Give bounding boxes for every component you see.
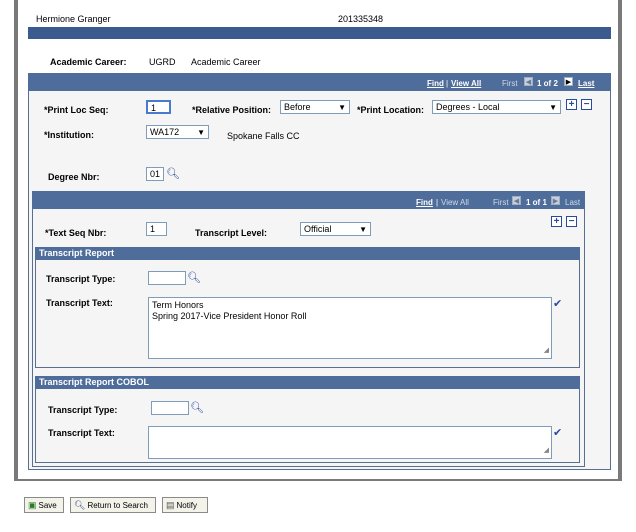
inner-last-label: Last <box>565 198 581 207</box>
cobol-transcript-type-input[interactable] <box>151 401 189 415</box>
outer-last-link[interactable]: Last <box>578 79 594 88</box>
transcript-text-line: Term Honors <box>152 300 204 310</box>
inner-find-link[interactable]: Find <box>416 198 433 207</box>
transcript-level-value: Official <box>304 224 332 234</box>
outer-first-label: First <box>502 79 518 88</box>
add-row-button[interactable]: + <box>566 99 577 110</box>
student-name: Hermione Granger <box>36 14 111 24</box>
print-loc-seq-label: *Print Loc Seq: <box>44 105 109 115</box>
institution-description: Spokane Falls CC <box>227 131 300 141</box>
return-to-search-label: Return to Search <box>87 501 148 510</box>
return-to-search-button[interactable]: 🔍︎ Return to Search <box>70 497 156 513</box>
chevron-down-icon: ▼ <box>359 225 367 234</box>
career-description: Academic Career <box>191 57 261 67</box>
save-label: Save <box>38 501 57 510</box>
relative-position-select[interactable]: Before ▼ <box>280 100 350 114</box>
print-location-value: Degrees - Local <box>436 102 500 112</box>
transcript-level-label: Transcript Level: <box>195 228 268 238</box>
save-button[interactable]: ▣ Save <box>24 497 64 513</box>
chevron-down-icon: ▼ <box>549 103 557 112</box>
transcript-report-title: Transcript Report <box>35 247 580 260</box>
career-label: Academic Career: <box>50 57 127 67</box>
add-text-row-button[interactable]: + <box>551 216 562 227</box>
outer-prev-arrow-icon[interactable]: ◀ <box>524 77 533 86</box>
print-loc-seq-input[interactable]: 1 <box>146 100 171 114</box>
delete-row-button[interactable]: − <box>581 99 592 110</box>
chevron-down-icon: ▼ <box>338 103 346 112</box>
outer-find-link[interactable]: Find <box>427 79 444 88</box>
transcript-text-label: Transcript Text: <box>46 298 113 308</box>
institution-label: *Institution: <box>44 130 94 140</box>
inner-range: 1 of 1 <box>526 198 547 207</box>
outer-next-arrow-icon[interactable]: ▶ <box>564 77 573 86</box>
relative-position-label: *Relative Position: <box>192 105 272 115</box>
institution-select[interactable]: WA172 ▼ <box>146 125 209 139</box>
search-icon[interactable]: 🔍︎ <box>166 167 180 180</box>
spell-check-icon[interactable]: ✔ <box>553 297 562 310</box>
cobol-transcript-text-area[interactable]: ◢ <box>148 426 552 459</box>
chevron-down-icon: ▼ <box>197 128 205 137</box>
institution-value: WA172 <box>150 127 180 137</box>
outer-range: 1 of 2 <box>537 79 558 88</box>
notify-icon: ▤ <box>166 500 175 510</box>
inner-nav-separator: | <box>436 198 439 207</box>
cobol-transcript-type-label: Transcript Type: <box>48 405 118 415</box>
search-icon: 🔍︎ <box>74 500 86 510</box>
inner-next-arrow-icon[interactable]: ▶ <box>551 196 560 205</box>
transcript-type-label: Transcript Type: <box>46 274 116 284</box>
transcript-level-select[interactable]: Official ▼ <box>300 222 371 236</box>
search-icon[interactable]: 🔍︎ <box>190 401 204 414</box>
left-frame-border <box>14 0 18 480</box>
print-location-label: *Print Location: <box>357 105 424 115</box>
transcript-text-area[interactable]: Term Honors Spring 2017-Vice President H… <box>148 297 552 359</box>
career-code: UGRD <box>149 57 176 67</box>
outer-view-all-link[interactable]: View All <box>451 79 481 88</box>
bottom-separator <box>14 479 622 481</box>
relative-position-value: Before <box>284 102 311 112</box>
student-id: 201335348 <box>338 14 384 24</box>
transcript-type-input[interactable] <box>148 271 186 285</box>
save-icon: ▣ <box>28 500 37 510</box>
notify-label: Notify <box>176 501 197 510</box>
resize-handle-icon[interactable]: ◢ <box>544 345 549 356</box>
search-icon[interactable]: 🔍︎ <box>187 271 201 284</box>
cobol-transcript-text-label: Transcript Text: <box>48 428 115 438</box>
delete-text-row-button[interactable]: − <box>566 216 577 227</box>
print-location-select[interactable]: Degrees - Local ▼ <box>432 100 561 114</box>
right-frame-border <box>618 0 622 480</box>
text-seq-nbr-label: *Text Seq Nbr: <box>45 228 107 238</box>
transcript-cobol-title: Transcript Report COBOL <box>35 376 580 389</box>
text-seq-nbr-input[interactable]: 1 <box>146 222 167 236</box>
resize-handle-icon[interactable]: ◢ <box>544 445 549 456</box>
outer-nav-separator: | <box>446 79 449 88</box>
inner-view-all-link[interactable]: View All <box>441 198 469 207</box>
header-bar <box>28 27 611 39</box>
inner-first-label: First <box>493 198 509 207</box>
transcript-text-line: Spring 2017-Vice President Honor Roll <box>152 311 307 321</box>
spell-check-icon[interactable]: ✔ <box>553 426 562 439</box>
degree-nbr-label: Degree Nbr: <box>48 172 100 182</box>
degree-nbr-input[interactable]: 01 <box>146 167 164 181</box>
inner-prev-arrow-icon[interactable]: ◀ <box>512 196 521 205</box>
notify-button[interactable]: ▤ Notify <box>162 497 208 513</box>
